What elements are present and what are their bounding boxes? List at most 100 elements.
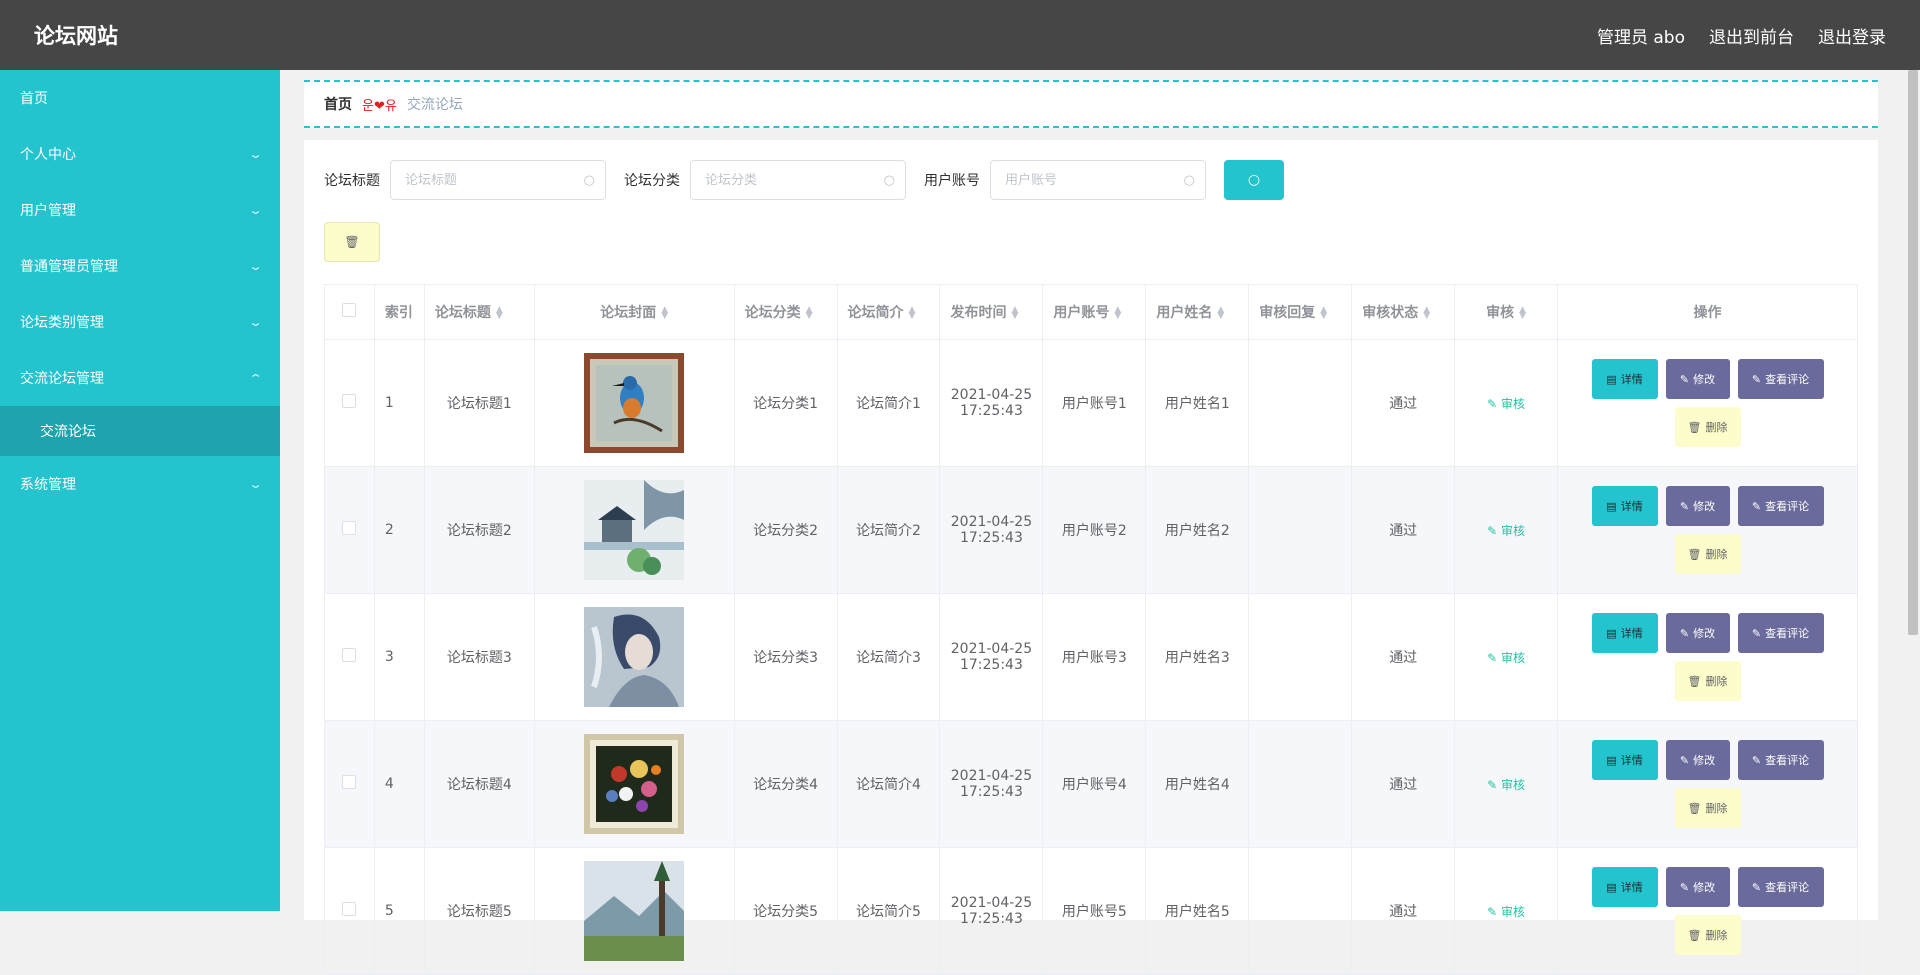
delete-button[interactable]: 🗑 删除 (1674, 407, 1741, 447)
sort-icon[interactable]: ▲ ▼ (661, 306, 668, 321)
title-search-box: ○ (390, 160, 606, 200)
column-header-category[interactable]: 论坛分类 ▲ ▼ (733, 284, 838, 340)
delete-button[interactable]: 🗑 删除 (1674, 915, 1741, 955)
edit-button[interactable]: ✎ 修改 (1665, 867, 1730, 907)
date-text: 2021-04-25 (950, 387, 1033, 403)
column-header-name[interactable]: 用户姓名 ▲ ▼ (1145, 284, 1250, 340)
audit-link[interactable]: ✎ 审核 (1487, 397, 1525, 411)
sort-icon[interactable]: ▲ ▼ (496, 306, 503, 321)
row-checkbox-cell (324, 466, 375, 594)
title-cell: 论坛标题4 (423, 720, 535, 848)
forum-table: 索引 论坛标题 ▲ ▼ 论坛封面 ▲ ▼ 论坛分类 ▲ ▼ 论坛简介 ▲ ▼ 发布时间 ▲ ▼ 用户… (324, 284, 1858, 975)
column-header-title[interactable]: 论坛标题 ▲ ▼ (423, 284, 535, 340)
edit-button[interactable]: ✎ 修改 (1665, 359, 1730, 399)
column-header-reply[interactable]: 审核回复 ▲ ▼ (1248, 284, 1353, 340)
delete-button[interactable]: 🗑 删除 (1674, 661, 1741, 701)
edit-pen-icon: ✎ (1751, 880, 1762, 894)
row-checkbox[interactable] (342, 775, 357, 789)
audit-link[interactable]: ✎ 审核 (1487, 524, 1525, 538)
delete-button[interactable]: 🗑 删除 (1674, 534, 1741, 574)
edit-pen-icon: ✎ (1679, 880, 1690, 894)
sort-icon[interactable]: ▲ ▼ (1217, 306, 1224, 321)
view-comments-button[interactable]: ✎ 查看评论 (1737, 359, 1824, 399)
ops-cell: ▤ 详情 ✎ 修改 ✎ 查看评论 🗑 删除 (1557, 339, 1858, 467)
sidebar-item-personal-center[interactable]: 个人中心 ⌄ (0, 126, 280, 182)
date-text: 2021-04-25 (950, 895, 1033, 911)
logout-link[interactable]: 退出登录 (1818, 23, 1886, 48)
search-icon: ○ (1247, 172, 1261, 188)
name-cell: 用户姓名1 (1145, 339, 1250, 467)
trash-icon: 🗑 (344, 235, 360, 249)
sidebar-item-category-management[interactable]: 论坛类别管理 ⌄ (0, 294, 280, 350)
sidebar-item-user-management[interactable]: 用户管理 ⌄ (0, 182, 280, 238)
search-button[interactable]: ○ (1224, 160, 1284, 200)
column-header-time[interactable]: 发布时间 ▲ ▼ (939, 284, 1044, 340)
account-search-label: 用户账号 (924, 173, 980, 189)
trash-icon: 🗑 (1687, 674, 1702, 688)
row-checkbox[interactable] (342, 648, 357, 662)
breadcrumb-home[interactable]: 首页 (324, 94, 352, 114)
view-comments-button[interactable]: ✎ 查看评论 (1737, 486, 1824, 526)
detail-button[interactable]: ▤ 详情 (1591, 867, 1658, 907)
index-cell: 5 (373, 847, 425, 975)
edit-button[interactable]: ✎ 修改 (1665, 740, 1730, 780)
column-header-intro[interactable]: 论坛简介 ▲ ▼ (836, 284, 941, 340)
view-comments-button[interactable]: ✎ 查看评论 (1737, 740, 1824, 780)
sidebar-item-system-management[interactable]: 系统管理 ⌄ (0, 456, 280, 512)
audit-link[interactable]: ✎ 审核 (1487, 778, 1525, 792)
edit-pen-icon: ✎ (1487, 523, 1502, 538)
sort-icon[interactable]: ▲ ▼ (1423, 306, 1430, 321)
sort-icon[interactable]: ▲ ▼ (806, 306, 813, 321)
sidebar-item-forum-management[interactable]: 交流论坛管理 ⌃ (0, 350, 280, 406)
row-checkbox-cell (324, 339, 375, 467)
title-cell: 论坛标题5 (423, 847, 535, 975)
sort-icon[interactable]: ▲ ▼ (1320, 306, 1327, 321)
audit-link[interactable]: ✎ 审核 (1487, 651, 1525, 665)
select-all-checkbox[interactable] (342, 303, 357, 317)
sort-icon[interactable]: ▲ ▼ (1114, 306, 1121, 321)
row-checkbox[interactable] (342, 521, 357, 535)
edit-button[interactable]: ✎ 修改 (1665, 613, 1730, 653)
category-search-input[interactable] (705, 172, 875, 188)
trash-icon: 🗑 (1687, 801, 1702, 815)
back-to-front-link[interactable]: 退出到前台 (1709, 23, 1794, 48)
delete-button[interactable]: 🗑 删除 (1674, 788, 1741, 828)
sidebar-item-admin-management[interactable]: 普通管理员管理 ⌄ (0, 238, 280, 294)
detail-button[interactable]: ▤ 详情 (1591, 486, 1658, 526)
row-checkbox[interactable] (342, 902, 357, 916)
breadcrumb-separator: 운❤유 (362, 98, 397, 114)
audit-link[interactable]: ✎ 审核 (1487, 905, 1525, 919)
detail-button[interactable]: ▤ 详情 (1591, 613, 1658, 653)
title-search-input[interactable] (405, 172, 575, 188)
vertical-scrollbar[interactable] (1906, 70, 1920, 911)
batch-delete-button[interactable]: 🗑 (324, 222, 380, 262)
edit-pen-icon: ✎ (1751, 753, 1762, 767)
clock-text: 17:25:43 (959, 784, 1023, 800)
trash-icon: 🗑 (1687, 928, 1702, 942)
row-checkbox[interactable] (342, 394, 357, 408)
sort-icon[interactable]: ▲ ▼ (909, 306, 916, 321)
chevron-down-icon: ⌄ (248, 259, 263, 273)
sidebar-item-label: 用户管理 (20, 203, 76, 219)
view-comments-button[interactable]: ✎ 查看评论 (1737, 867, 1824, 907)
category-search-box: ○ (690, 160, 906, 200)
edit-button[interactable]: ✎ 修改 (1665, 486, 1730, 526)
column-header-account[interactable]: 用户账号 ▲ ▼ (1042, 284, 1147, 340)
detail-button[interactable]: ▤ 详情 (1591, 740, 1658, 780)
sidebar-item-home[interactable]: 首页 (0, 70, 280, 126)
document-icon: ▤ (1606, 499, 1617, 513)
reply-cell (1248, 720, 1353, 848)
trash-icon: 🗑 (1687, 547, 1702, 561)
column-header-cover[interactable]: 论坛封面 ▲ ▼ (533, 284, 735, 340)
sort-icon[interactable]: ▲ ▼ (1011, 306, 1018, 321)
reply-cell (1248, 466, 1353, 594)
view-comments-button[interactable]: ✎ 查看评论 (1737, 613, 1824, 653)
sidebar-subitem-forum[interactable]: 交流论坛 (0, 406, 280, 456)
title-cell: 论坛标题1 (423, 339, 535, 467)
account-search-input[interactable] (1005, 172, 1175, 188)
column-header-audit[interactable]: 审核 ▲ ▼ (1454, 284, 1559, 340)
detail-button[interactable]: ▤ 详情 (1591, 359, 1658, 399)
scrollbar-thumb[interactable] (1908, 70, 1918, 635)
column-header-status[interactable]: 审核状态 ▲ ▼ (1351, 284, 1456, 340)
sort-icon[interactable]: ▲ ▼ (1519, 306, 1526, 321)
